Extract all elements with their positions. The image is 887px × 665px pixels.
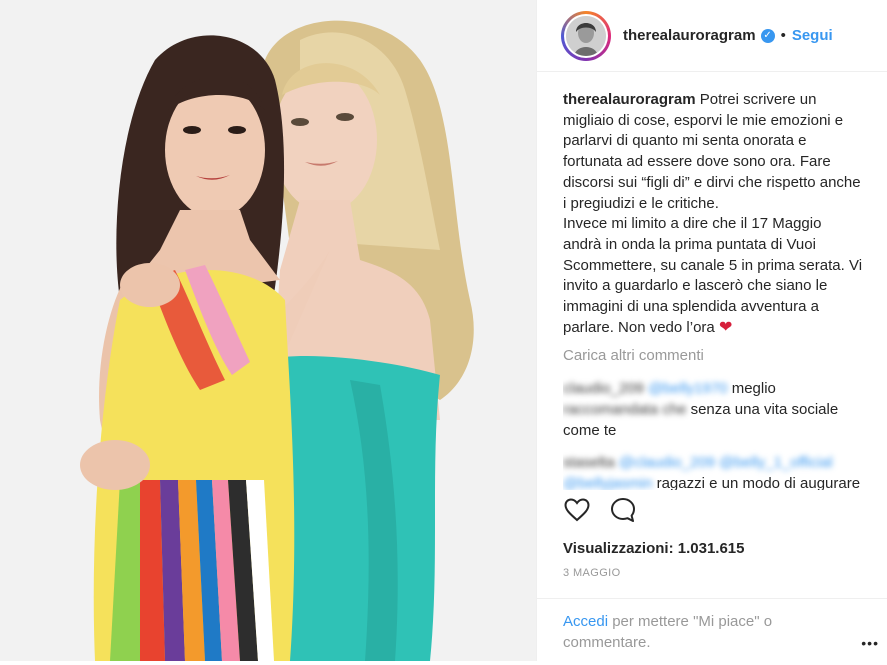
photo-illustration [0, 0, 536, 661]
post-date[interactable]: 3 MAGGIO [563, 567, 621, 579]
comment-item: staselta @claudio_209 @belly_1_official … [563, 453, 863, 490]
post-header: therealauroragram ✓ • Segui [537, 0, 887, 72]
avatar-story-ring[interactable] [561, 10, 611, 61]
caption-username[interactable]: therealauroragram [563, 91, 696, 108]
post-photo[interactable] [0, 0, 536, 661]
views-number: 1.031.615 [677, 540, 745, 557]
comment-text: meglio [731, 380, 776, 398]
comment-text-blurred: raccomandata che [563, 400, 687, 418]
load-more-comments-button[interactable]: Carica altri commenti [563, 346, 863, 367]
comment-item: claudio_209 @belly1970 meglio raccomanda… [563, 379, 863, 441]
views-label: Visualizzazioni: [563, 540, 674, 557]
views-count[interactable]: Visualizzazioni: 1.031.615 [563, 540, 745, 557]
post-caption: therealauroragram Potrei scrivere un mig… [563, 90, 863, 338]
separator-dot: • [780, 27, 786, 44]
follow-button[interactable]: Segui [792, 27, 833, 44]
login-prompt: Accedi per mettere "Mi piace" o commenta… [537, 598, 887, 665]
username-link[interactable]: therealauroragram [623, 27, 756, 44]
action-bar [563, 496, 637, 524]
speech-bubble-icon[interactable] [609, 496, 637, 524]
more-options-icon[interactable]: ••• [861, 635, 879, 651]
comment-username[interactable]: staselta [563, 454, 615, 471]
verified-badge-icon: ✓ [760, 28, 775, 43]
post-sidebar: therealauroragram ✓ • Segui therealauror… [536, 0, 887, 661]
caption-text: Potrei scrivere un migliaio di cose, esp… [563, 91, 863, 336]
comments-section: therealauroragram Potrei scrivere un mig… [563, 90, 863, 490]
comment-mention[interactable]: @belly1970 [648, 380, 727, 397]
heart-emoji-icon: ❤ [718, 318, 733, 336]
comment-username[interactable]: claudio_209 [563, 380, 644, 397]
instagram-post: therealauroragram ✓ • Segui therealauror… [0, 0, 887, 661]
heart-outline-icon[interactable] [563, 496, 591, 524]
login-link[interactable]: Accedi [563, 613, 608, 630]
avatar [566, 15, 606, 56]
